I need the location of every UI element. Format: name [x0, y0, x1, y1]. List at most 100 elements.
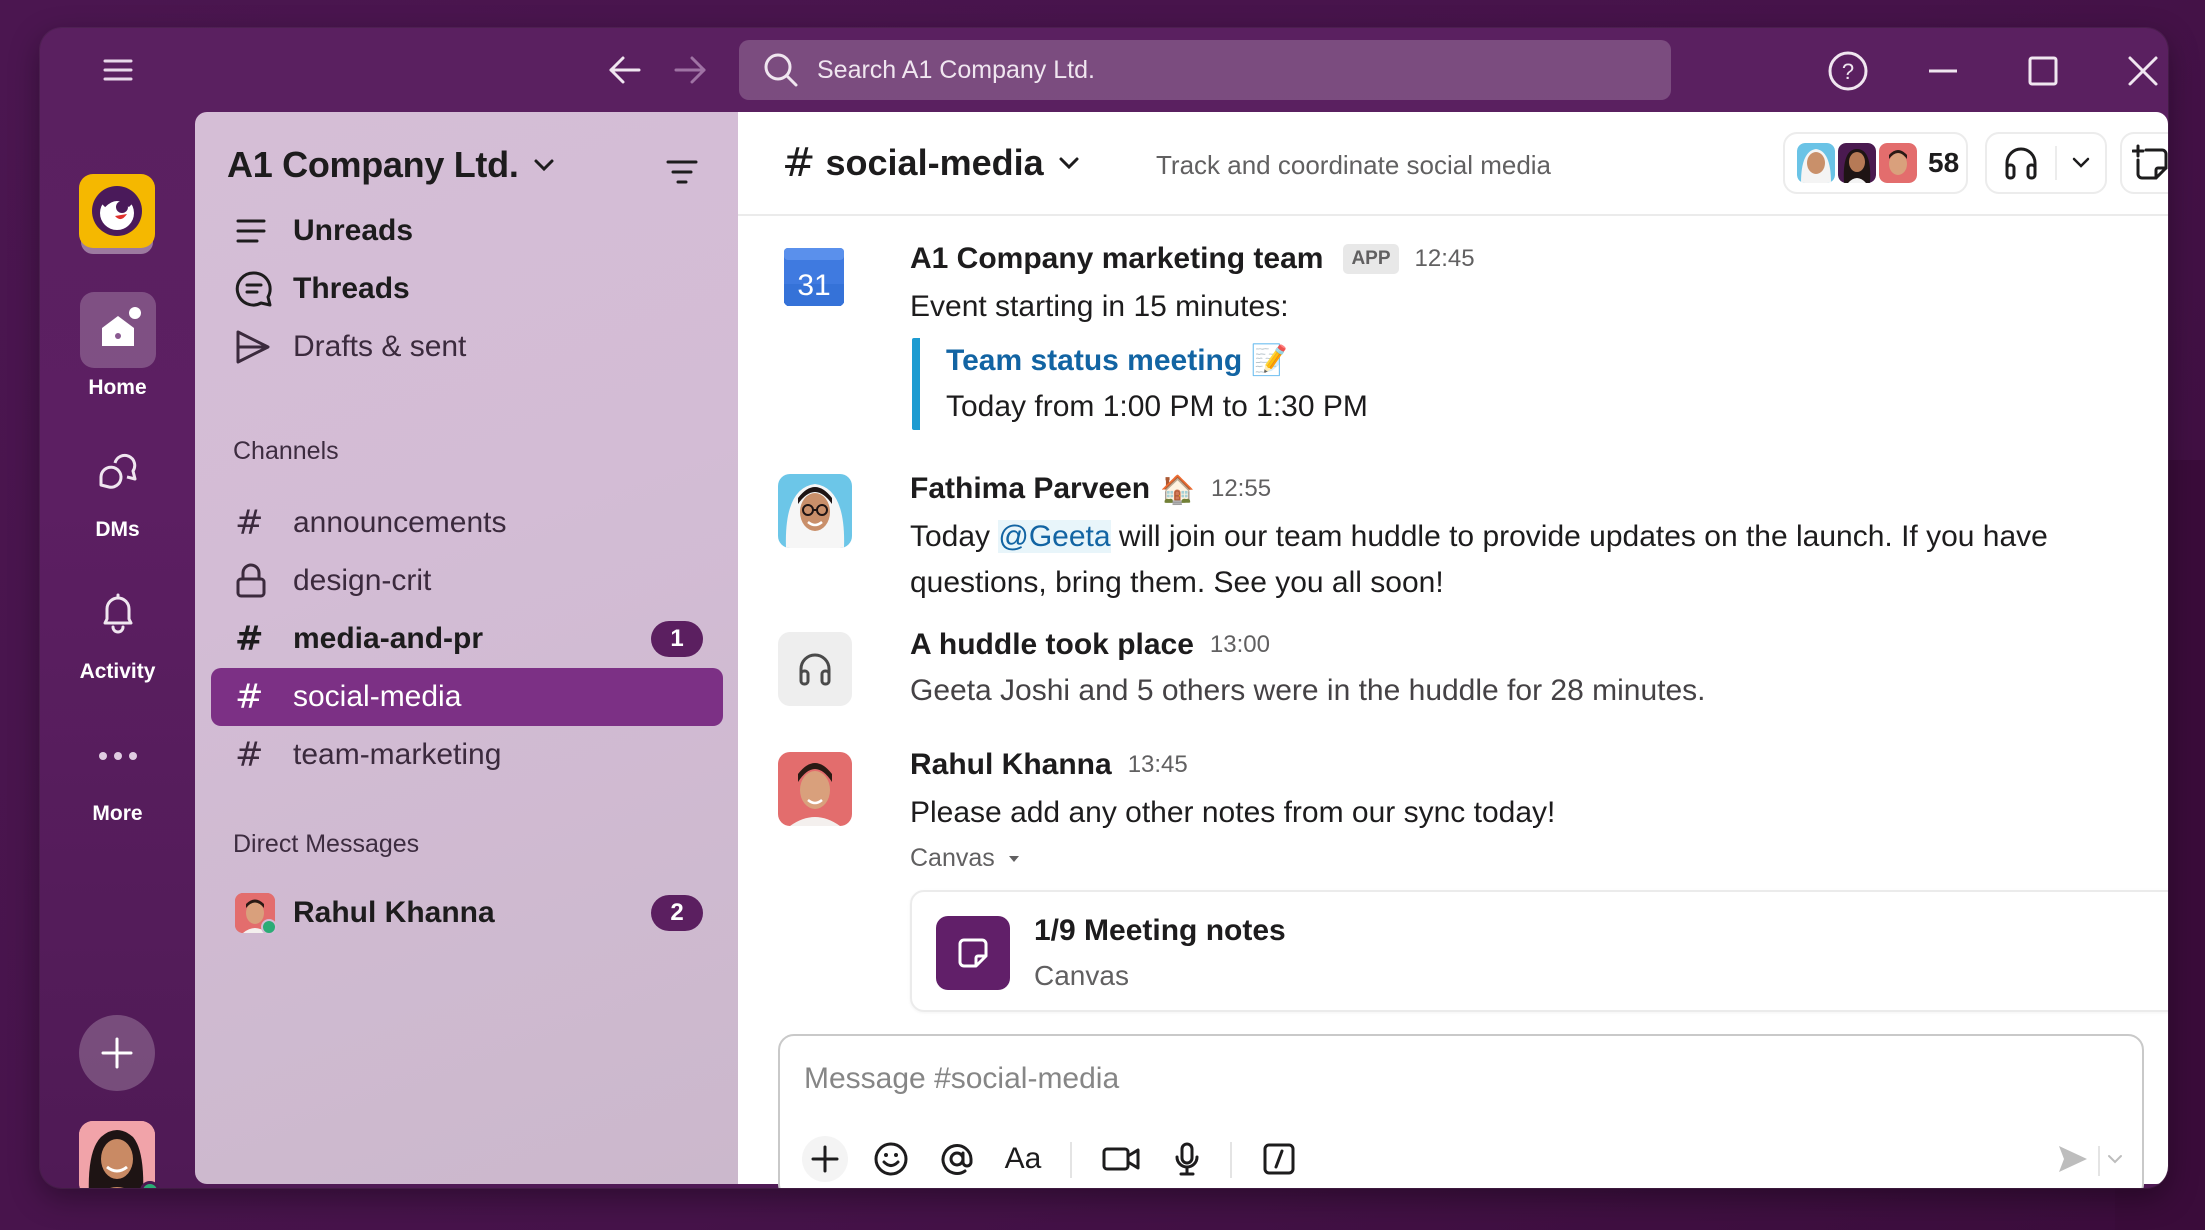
channel-item-team-marketing[interactable]: # team-marketing — [211, 726, 723, 784]
author-avatar[interactable] — [778, 752, 852, 826]
formatting-button[interactable]: Aa — [1000, 1136, 1046, 1182]
dm-name: Rahul Khanna — [293, 896, 495, 929]
channel-name: media-and-pr — [293, 622, 484, 655]
user-mention[interactable]: @Geeta — [998, 520, 1111, 553]
huddle-options-button[interactable] — [2057, 157, 2105, 169]
arrow-left-icon — [609, 56, 641, 84]
canvas-add-icon — [2132, 144, 2168, 180]
dm-item-rahul-khanna[interactable]: Rahul Khanna 2 — [211, 884, 723, 942]
channel-item-social-media[interactable]: # social-media — [211, 668, 723, 726]
message-timestamp[interactable]: 13:45 — [1128, 751, 1188, 779]
channel-view: # social-media Track and coordinate soci… — [738, 112, 2168, 1188]
hash-icon: # — [235, 619, 264, 659]
sidebar-item-label: Unreads — [293, 214, 414, 247]
channel-topic[interactable]: Track and coordinate social media — [1156, 150, 1551, 181]
toolbar-divider — [1070, 1142, 1072, 1178]
app-badge: APP — [1343, 244, 1399, 274]
search-placeholder: Search A1 Company Ltd. — [817, 55, 1095, 84]
slash-command-icon — [1263, 1143, 1295, 1175]
rail-label-home: Home — [88, 376, 147, 399]
close-button[interactable] — [2120, 48, 2166, 94]
forward-button[interactable] — [670, 50, 710, 90]
message-timestamp[interactable]: 12:55 — [1211, 475, 1271, 503]
sidebar-item-label: Threads — [293, 272, 410, 305]
sidebar-item-threads[interactable]: Threads — [211, 260, 723, 318]
left-rail: Home DMs Activity More — [40, 112, 195, 1188]
message-author[interactable]: A1 Company marketing team — [910, 242, 1323, 276]
channel-item-announcements[interactable]: # announcements — [211, 494, 723, 552]
dms-section-header[interactable]: Direct Messages — [233, 830, 419, 859]
plus-icon — [811, 1145, 839, 1173]
calendar-icon: 31 — [782, 244, 846, 308]
memo-emoji: 📝 — [1250, 344, 1288, 377]
back-button[interactable] — [605, 50, 645, 90]
minimize-button[interactable] — [1920, 48, 1966, 94]
rail-item-more[interactable]: More — [40, 718, 195, 826]
event-link[interactable]: Team status meeting 📝 — [946, 338, 1612, 384]
caret-down-icon — [1008, 855, 1019, 862]
rail-item-home[interactable]: Home — [40, 292, 195, 400]
canvas-attachment-card[interactable]: 1/9 Meeting notes Canvas — [910, 890, 2168, 1012]
message-timestamp[interactable]: 13:00 — [1210, 631, 1270, 659]
send-icon — [235, 329, 279, 365]
maximize-icon — [2028, 56, 2058, 86]
add-workspace-button[interactable] — [79, 1015, 155, 1091]
canvas-icon — [936, 916, 1010, 990]
rail-label-dms: DMs — [95, 518, 140, 541]
send-button[interactable] — [2050, 1136, 2096, 1182]
shortcuts-button[interactable] — [1256, 1136, 1302, 1182]
menu-button[interactable] — [98, 50, 138, 90]
channels-section-header[interactable]: Channels — [233, 437, 339, 466]
author-avatar[interactable] — [778, 474, 852, 548]
event-time: Today from 1:00 PM to 1:30 PM — [946, 390, 1368, 423]
mention-button[interactable] — [934, 1136, 980, 1182]
video-clip-button[interactable] — [1098, 1136, 1144, 1182]
hamburger-icon — [103, 59, 133, 81]
hash-icon: # — [235, 735, 264, 775]
channel-item-design-crit[interactable]: design-crit — [211, 552, 723, 610]
chevron-down-icon — [2072, 157, 2090, 168]
sidebar-item-unreads[interactable]: Unreads — [211, 202, 723, 260]
maximize-button[interactable] — [2020, 48, 2066, 94]
rail-item-dms[interactable]: DMs — [40, 434, 195, 542]
audio-clip-button[interactable] — [1164, 1136, 1210, 1182]
members-button[interactable]: 58 — [1783, 132, 1968, 194]
toolbar-divider — [1230, 1142, 1232, 1178]
rail-item-activity[interactable]: Activity — [40, 576, 195, 684]
filter-button[interactable] — [662, 152, 702, 192]
send-options-button[interactable] — [2100, 1136, 2130, 1182]
message-author[interactable]: Rahul Khanna — [910, 748, 1112, 782]
minimize-icon — [1929, 69, 1957, 73]
workspace-menu-button[interactable]: A1 Company Ltd. — [227, 144, 555, 186]
attachment-label: Canvas — [910, 844, 995, 872]
huddle-button[interactable] — [1985, 132, 2107, 194]
user-avatar[interactable] — [79, 1121, 155, 1188]
attach-button[interactable] — [802, 1136, 848, 1182]
help-button[interactable]: ? — [1825, 48, 1871, 94]
chevron-down-icon — [2108, 1155, 2122, 1164]
channel-title-button[interactable]: # social-media — [782, 140, 1080, 186]
headphones-icon — [778, 632, 852, 706]
chevron-down-icon — [1058, 156, 1080, 170]
threads-icon — [235, 270, 279, 308]
hash-icon: # — [235, 503, 264, 543]
search-icon — [763, 52, 799, 88]
channel-item-media-and-pr[interactable]: # media-and-pr 1 — [211, 610, 723, 668]
search-bar[interactable]: Search A1 Company Ltd. — [739, 40, 1671, 100]
new-canvas-button[interactable] — [2120, 132, 2168, 194]
member-avatar — [1838, 143, 1876, 183]
sidebar-item-label: Drafts & sent — [293, 330, 467, 363]
sidebar-item-drafts[interactable]: Drafts & sent — [211, 318, 723, 376]
emoji-button[interactable] — [868, 1136, 914, 1182]
plus-icon — [101, 1037, 133, 1069]
attachment-toggle[interactable]: Canvas — [910, 844, 1021, 873]
dms-icon — [80, 434, 156, 510]
dm-avatar — [235, 893, 277, 935]
member-count: 58 — [1928, 147, 1960, 178]
message-timestamp[interactable]: 12:45 — [1415, 245, 1475, 273]
message-author[interactable]: Fathima Parveen — [910, 472, 1150, 506]
app-window: Search A1 Company Ltd. ? Home DMs Activi… — [40, 28, 2168, 1188]
message-input[interactable] — [804, 1054, 2104, 1104]
canvas-title: 1/9 Meeting notes — [1034, 914, 1286, 947]
workspace-switcher[interactable] — [79, 174, 155, 254]
